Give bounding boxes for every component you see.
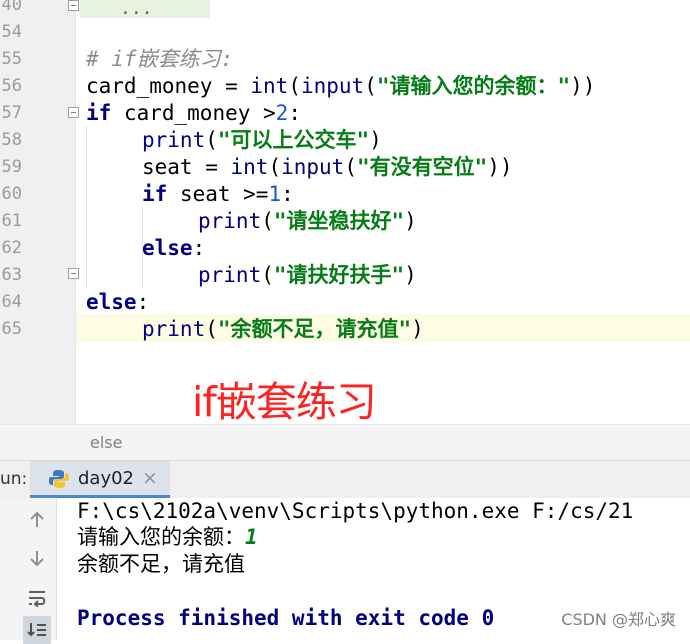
code-line-62: else: [142,236,206,260]
code-line-64: else: [86,290,150,314]
console-prompt: 请输入您的余额： [77,525,245,549]
line-number: 61 [1,211,22,231]
line-number: 59 [1,157,22,177]
code-line-59: seat = int(input("有没有空位")) [142,155,513,179]
code-editor[interactable]: ... # if嵌套练习: card_money = int(input("请输… [76,0,690,424]
console-input: 1 [245,525,258,549]
console-output-line: 余额不足，请充值 [77,552,245,576]
code-line-61: print("请坐稳扶好") [198,209,417,233]
folded-placeholder: ... [120,0,153,19]
line-number: 58 [1,130,22,150]
line-number: 55 [1,49,22,69]
folded-region[interactable]: ... [80,0,210,18]
arrow-up-icon[interactable] [23,506,51,534]
breadcrumb[interactable]: else [90,433,122,452]
line-number: 56 [1,76,22,96]
indent-guide [86,126,87,288]
code-line-56: card_money = int(input("请输入您的余额：")) [86,74,596,98]
code-line-57: if card_money >2: [86,101,301,125]
code-line-58: print("可以上公交车") [142,128,382,152]
line-number: 54 [1,22,22,42]
run-panel-header: un: day02 × [0,460,690,499]
breadcrumb-bar: else [0,424,690,461]
line-number: 57 [1,103,22,123]
console-exit-line: Process finished with exit code 0 [77,606,495,630]
code-line-60: if seat >=1: [142,182,294,206]
soft-wrap-icon[interactable] [23,584,51,612]
console-prompt-line: 请输入您的余额：1 [77,524,258,551]
line-number: 63 [1,265,22,285]
run-label: un: [0,469,28,489]
watermark: CSDN @郑心爽 [561,610,676,629]
code-line-65: print("余额不足，请充值") [142,317,424,341]
arrow-down-icon[interactable] [23,544,51,572]
line-number: 40 [1,0,22,15]
console-command: F:\cs\2102a\venv\Scripts\python.exe F:/c… [77,499,634,523]
python-icon [49,470,69,488]
close-icon[interactable]: × [142,467,158,489]
annotation-title: if嵌套练习 [192,378,377,426]
run-toolbar [0,498,57,644]
line-number: 62 [1,238,22,258]
code-comment: # if嵌套练习: [86,47,234,71]
tab-label: day02 [78,468,135,489]
editor-gutter: 40 54 55 56 57 58 59 60 61 62 63 64 65 [0,0,79,424]
code-line-63: print("请扶好扶手") [198,263,417,287]
line-number: 64 [1,292,22,312]
line-number: 60 [1,184,22,204]
line-number: 65 [1,319,22,339]
run-tab-day02[interactable]: day02 × [30,461,170,498]
